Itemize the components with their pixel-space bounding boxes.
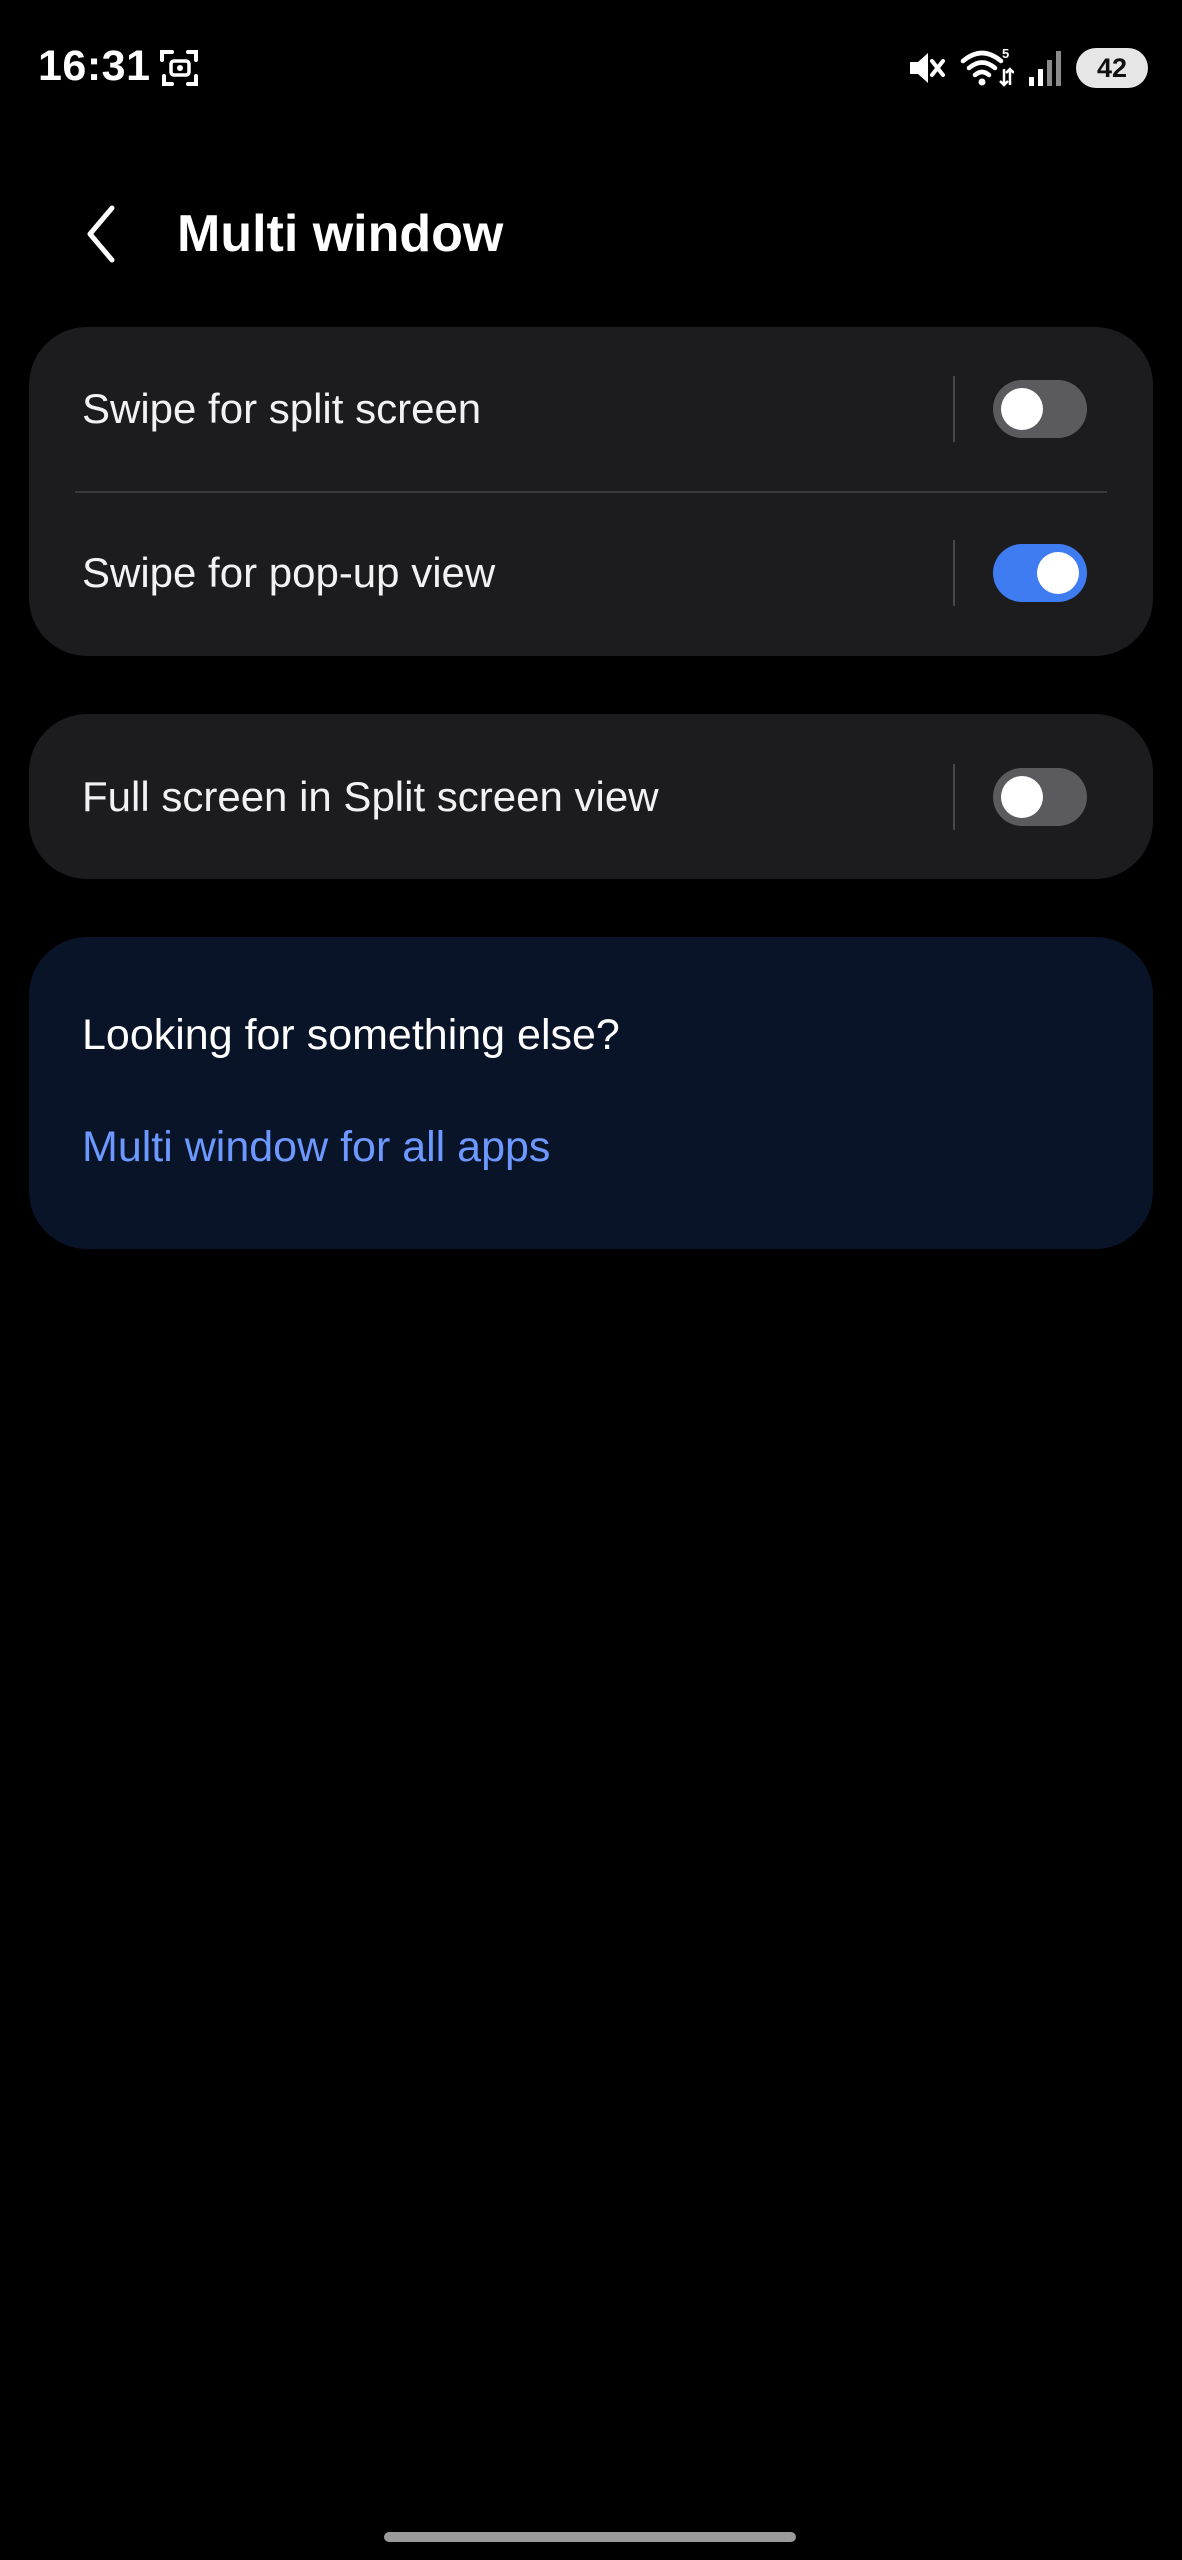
signal-icon	[1028, 49, 1062, 87]
wifi-badge: 5	[1002, 47, 1009, 61]
status-icons: 5 42	[906, 44, 1148, 92]
wifi-icon: 5	[960, 47, 1014, 89]
setting-label: Swipe for split screen	[82, 385, 482, 432]
help-heading: Looking for something else?	[82, 1011, 620, 1059]
status-time: 16:31	[38, 42, 151, 90]
toggle-knob	[1037, 552, 1079, 594]
help-card: Looking for something else? Multi window…	[29, 937, 1153, 1249]
toggle-knob	[1001, 775, 1043, 818]
app-bar: Multi window	[0, 180, 1182, 288]
page-title: Multi window	[177, 205, 504, 263]
setting-label: Swipe for pop-up view	[82, 549, 496, 596]
row-divider	[953, 763, 955, 830]
mute-icon	[906, 48, 946, 88]
setting-row-full-screen-split[interactable]: Full screen in Split screen view	[29, 714, 1153, 879]
split-screen-toggle[interactable]	[993, 380, 1087, 438]
screen-capture-icon	[158, 46, 202, 90]
chevron-left-icon	[87, 205, 115, 263]
toggle-knob	[1001, 388, 1043, 430]
setting-row-split-screen[interactable]: Swipe for split screen	[29, 327, 1153, 491]
status-bar: 16:31 5 42	[0, 0, 1182, 134]
settings-card-full-screen: Full screen in Split screen view	[29, 714, 1153, 879]
battery-level: 42	[1096, 52, 1128, 83]
setting-row-pop-up-view[interactable]: Swipe for pop-up view	[29, 491, 1153, 655]
multi-window-all-apps-link[interactable]: Multi window for all apps	[82, 1119, 550, 1175]
row-divider	[953, 376, 955, 442]
setting-label: Full screen in Split screen view	[82, 772, 659, 820]
settings-card-swipe: Swipe for split screen Swipe for pop-up …	[29, 327, 1153, 656]
battery-icon: 42	[1076, 48, 1148, 88]
full-screen-split-toggle[interactable]	[993, 767, 1087, 826]
back-button[interactable]	[66, 196, 138, 272]
home-indicator[interactable]	[384, 2532, 796, 2542]
pop-up-view-toggle[interactable]	[993, 544, 1087, 602]
row-divider	[953, 540, 955, 606]
